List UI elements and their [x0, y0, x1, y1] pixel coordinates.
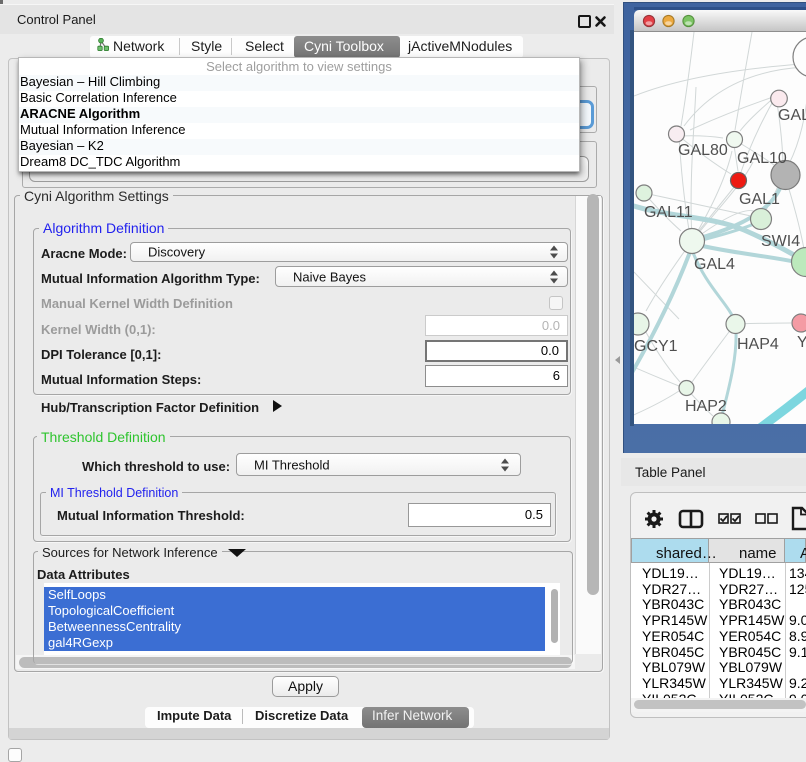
svg-text:GAL4: GAL4	[694, 256, 735, 273]
svg-text:YM: YM	[797, 334, 806, 351]
svg-text:GAL2: GAL2	[778, 107, 806, 124]
svg-text:HAP4: HAP4	[737, 336, 779, 353]
svg-text:GAL80: GAL80	[678, 142, 728, 159]
svg-text:SWI4: SWI4	[761, 233, 800, 250]
svg-text:GAL1: GAL1	[739, 191, 780, 208]
svg-text:GAL11: GAL11	[644, 204, 693, 221]
svg-text:GCY1: GCY1	[634, 338, 678, 355]
svg-text:GAL10: GAL10	[737, 150, 787, 167]
svg-text:HAP2: HAP2	[685, 398, 727, 415]
